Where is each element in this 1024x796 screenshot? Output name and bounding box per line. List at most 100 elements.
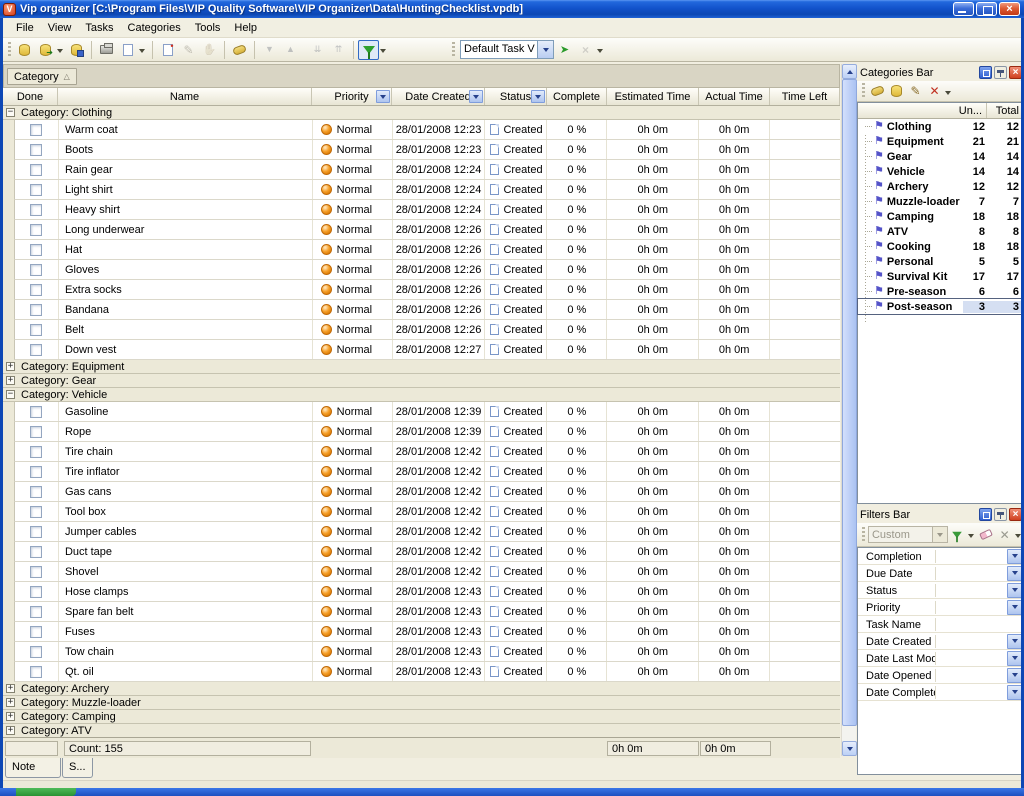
- task-row[interactable]: Extra socksNormal28/01/2008 12:26Created…: [14, 280, 840, 300]
- category-item-atv[interactable]: ⚑ATV88: [858, 224, 1023, 239]
- task-done-checkbox[interactable]: [30, 426, 42, 438]
- apply-view-button[interactable]: ➤: [554, 40, 575, 60]
- move-down-button[interactable]: ▼: [259, 40, 280, 60]
- task-view-combo-dropdown[interactable]: [538, 40, 554, 59]
- expand-icon[interactable]: +: [6, 698, 15, 707]
- column-header-estimated-time[interactable]: Estimated Time: [607, 88, 699, 105]
- filter-value-field[interactable]: [936, 667, 1007, 683]
- task-row[interactable]: BandanaNormal28/01/2008 12:26Created0 %0…: [14, 300, 840, 320]
- task-done-checkbox[interactable]: [30, 546, 42, 558]
- task-row[interactable]: BootsNormal28/01/2008 12:23Created0 %0h …: [14, 140, 840, 160]
- task-done-checkbox[interactable]: [30, 626, 42, 638]
- task-done-checkbox[interactable]: [30, 586, 42, 598]
- task-row[interactable]: Tire inflatorNormal28/01/2008 12:42Creat…: [14, 462, 840, 482]
- filter-value-field[interactable]: [936, 582, 1007, 598]
- filter-dropdown-button[interactable]: [1007, 566, 1022, 581]
- task-done-checkbox[interactable]: [30, 466, 42, 478]
- task-row[interactable]: Heavy shirtNormal28/01/2008 12:24Created…: [14, 200, 840, 220]
- print-preview-button[interactable]: [117, 40, 138, 60]
- view-toolbar-dropdown[interactable]: [597, 49, 603, 56]
- task-row[interactable]: GasolineNormal28/01/2008 12:39Created0 %…: [14, 402, 840, 422]
- task-done-checkbox[interactable]: [30, 646, 42, 658]
- menu-tasks[interactable]: Tasks: [78, 20, 120, 36]
- filter-button[interactable]: [358, 40, 379, 60]
- task-done-checkbox[interactable]: [30, 304, 42, 316]
- column-header-complete[interactable]: Complete: [547, 88, 607, 105]
- vertical-scrollbar[interactable]: [841, 64, 856, 756]
- categories-toolbar-dropdown[interactable]: [945, 91, 951, 98]
- edit-task-button[interactable]: ✎: [178, 40, 199, 60]
- column-header-done[interactable]: Done: [3, 88, 58, 105]
- delete-category-button[interactable]: ✕: [925, 83, 944, 100]
- category-item-survival-kit[interactable]: ⚑Survival Kit1717: [858, 269, 1023, 284]
- menu-categories[interactable]: Categories: [121, 20, 188, 36]
- filter-value-field[interactable]: [936, 548, 1007, 564]
- filter-dropdown-button[interactable]: [1007, 549, 1022, 564]
- category-item-gear[interactable]: ⚑Gear1414: [858, 149, 1023, 164]
- edit-category-button[interactable]: ✎: [906, 83, 925, 100]
- task-row[interactable]: Tool boxNormal28/01/2008 12:42Created0 %…: [14, 502, 840, 522]
- priority-filter-button[interactable]: [376, 90, 390, 103]
- task-done-checkbox[interactable]: [30, 506, 42, 518]
- bottom-tab-search[interactable]: S...: [62, 758, 93, 778]
- task-done-checkbox[interactable]: [30, 184, 42, 196]
- task-view-combo[interactable]: Default Task V: [460, 40, 554, 59]
- expand-icon[interactable]: +: [6, 726, 15, 735]
- filter-value-field[interactable]: [936, 650, 1007, 666]
- filter-value-field[interactable]: [936, 616, 1023, 632]
- filter-dropdown-button[interactable]: [1007, 634, 1022, 649]
- move-bottom-button[interactable]: ⇊: [307, 40, 328, 60]
- task-row[interactable]: ShovelNormal28/01/2008 12:42Created0 %0h…: [14, 562, 840, 582]
- task-row[interactable]: Rain gearNormal28/01/2008 12:24Created0 …: [14, 160, 840, 180]
- task-row[interactable]: FusesNormal28/01/2008 12:43Created0 %0h …: [14, 622, 840, 642]
- task-done-checkbox[interactable]: [30, 526, 42, 538]
- task-done-checkbox[interactable]: [30, 446, 42, 458]
- category-item-muzzle-loader[interactable]: ⚑Muzzle-loader77: [858, 194, 1023, 209]
- column-undone[interactable]: Un...: [957, 103, 987, 118]
- category-item-clothing[interactable]: ⚑Clothing1212: [858, 119, 1023, 134]
- filter-dropdown-button[interactable]: [1007, 685, 1022, 700]
- category-item-camping[interactable]: ⚑Camping1818: [858, 209, 1023, 224]
- column-header-time-left[interactable]: Time Left: [770, 88, 840, 105]
- task-row[interactable]: Hose clampsNormal28/01/2008 12:43Created…: [14, 582, 840, 602]
- task-done-checkbox[interactable]: [30, 124, 42, 136]
- task-row[interactable]: Tire chainNormal28/01/2008 12:42Created0…: [14, 442, 840, 462]
- task-done-checkbox[interactable]: [30, 566, 42, 578]
- task-done-checkbox[interactable]: [30, 164, 42, 176]
- task-done-checkbox[interactable]: [30, 204, 42, 216]
- column-header-name[interactable]: Name: [58, 88, 312, 105]
- expand-icon[interactable]: +: [6, 376, 15, 385]
- task-row[interactable]: Tow chainNormal28/01/2008 12:43Created0 …: [14, 642, 840, 662]
- save-database-button[interactable]: [66, 40, 87, 60]
- move-up-button[interactable]: ▲: [280, 40, 301, 60]
- task-done-checkbox[interactable]: [30, 284, 42, 296]
- menu-view[interactable]: View: [41, 20, 79, 36]
- minimize-button[interactable]: [953, 2, 974, 16]
- new-database-button[interactable]: [14, 40, 35, 60]
- new-task-button[interactable]: [157, 40, 178, 60]
- category-item-post-season[interactable]: ⚑Post-season33: [858, 299, 1023, 314]
- filter-value-field[interactable]: [936, 565, 1007, 581]
- task-done-checkbox[interactable]: [30, 486, 42, 498]
- filter-dropdown-button[interactable]: [1007, 651, 1022, 666]
- task-done-checkbox[interactable]: [30, 244, 42, 256]
- task-row[interactable]: HatNormal28/01/2008 12:26Created0 %0h 0m…: [14, 240, 840, 260]
- filter-preset-combo[interactable]: Custom: [868, 526, 933, 543]
- delete-view-button[interactable]: ×: [575, 40, 596, 60]
- open-database-button[interactable]: ➜: [35, 40, 56, 60]
- filter-dropdown-button[interactable]: [1007, 583, 1022, 598]
- group-by-category-button[interactable]: Category △: [7, 68, 77, 85]
- category-item-cooking[interactable]: ⚑Cooking1818: [858, 239, 1023, 254]
- status-filter-button[interactable]: [531, 90, 545, 103]
- filter-dropdown-button[interactable]: [1007, 668, 1022, 683]
- close-button[interactable]: ×: [999, 2, 1020, 16]
- task-row[interactable]: GlovesNormal28/01/2008 12:26Created0 %0h…: [14, 260, 840, 280]
- column-header-status[interactable]: Status: [485, 88, 547, 105]
- task-row[interactable]: Jumper cablesNormal28/01/2008 12:42Creat…: [14, 522, 840, 542]
- category-item-archery[interactable]: ⚑Archery1212: [858, 179, 1023, 194]
- apply-filter-button[interactable]: [948, 526, 967, 543]
- task-row[interactable]: Qt. oilNormal28/01/2008 12:43Created0 %0…: [14, 662, 840, 682]
- collapse-icon[interactable]: −: [6, 108, 15, 117]
- print-button[interactable]: [96, 40, 117, 60]
- menu-tools[interactable]: Tools: [188, 20, 228, 36]
